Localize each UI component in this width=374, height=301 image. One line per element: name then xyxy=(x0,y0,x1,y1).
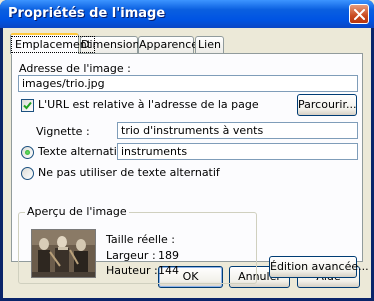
height-value: 144 xyxy=(158,264,179,277)
tab-emplacement-label: Emplacement xyxy=(11,36,96,53)
alt-text-input[interactable]: instruments xyxy=(117,143,358,160)
height-label: Hauteur : xyxy=(106,264,158,277)
width-label: Largeur : xyxy=(106,249,156,262)
tab-apparence[interactable]: Apparence xyxy=(138,36,198,53)
tab-emplacement[interactable]: Emplacement xyxy=(10,33,96,54)
relative-url-checkbox[interactable] xyxy=(21,99,34,112)
title-bar[interactable]: Propriétés de l'image xyxy=(0,0,374,28)
alt-text-radio[interactable] xyxy=(21,146,34,159)
tooltip-label: Vignette : xyxy=(36,125,90,138)
close-icon xyxy=(354,9,365,20)
advanced-edit-button[interactable]: Édition avancée... xyxy=(269,256,369,278)
close-button[interactable] xyxy=(349,4,369,24)
no-alt-text-label: Ne pas utiliser de texte alternatif xyxy=(38,166,220,179)
musicians-photo-icon xyxy=(32,230,95,277)
browse-button-label: Parcourir... xyxy=(298,98,357,111)
image-address-input[interactable]: images/trio.jpg xyxy=(18,75,358,92)
browse-button[interactable]: Parcourir... xyxy=(297,94,357,116)
real-size-label: Taille réelle : xyxy=(106,233,175,246)
image-address-label: Adresse de l'image : xyxy=(19,62,131,75)
alt-text-label: Texte alternatif : xyxy=(38,145,128,158)
checkmark-icon xyxy=(23,101,32,110)
radio-selected-dot xyxy=(25,150,30,155)
tooltip-input[interactable]: trio d'instruments à vents xyxy=(117,122,358,139)
dialog-body: Emplacement Dimensions Apparence Lien Ad… xyxy=(3,28,371,298)
no-alt-text-radio[interactable] xyxy=(21,167,34,180)
relative-url-label: L'URL est relative à l'adresse de la pag… xyxy=(38,98,259,111)
image-preview-thumbnail xyxy=(31,229,96,278)
width-value: 189 xyxy=(158,249,179,262)
dialog-window: Propriétés de l'image Emplacement Dimens… xyxy=(0,0,374,301)
tab-lien[interactable]: Lien xyxy=(195,36,224,53)
advanced-edit-label: Édition avancée... xyxy=(270,260,369,273)
window-title: Propriétés de l'image xyxy=(8,6,166,21)
image-preview-title: Aperçu de l'image xyxy=(25,205,129,218)
tab-panel-emplacement: Adresse de l'image : images/trio.jpg L'U… xyxy=(11,53,369,284)
